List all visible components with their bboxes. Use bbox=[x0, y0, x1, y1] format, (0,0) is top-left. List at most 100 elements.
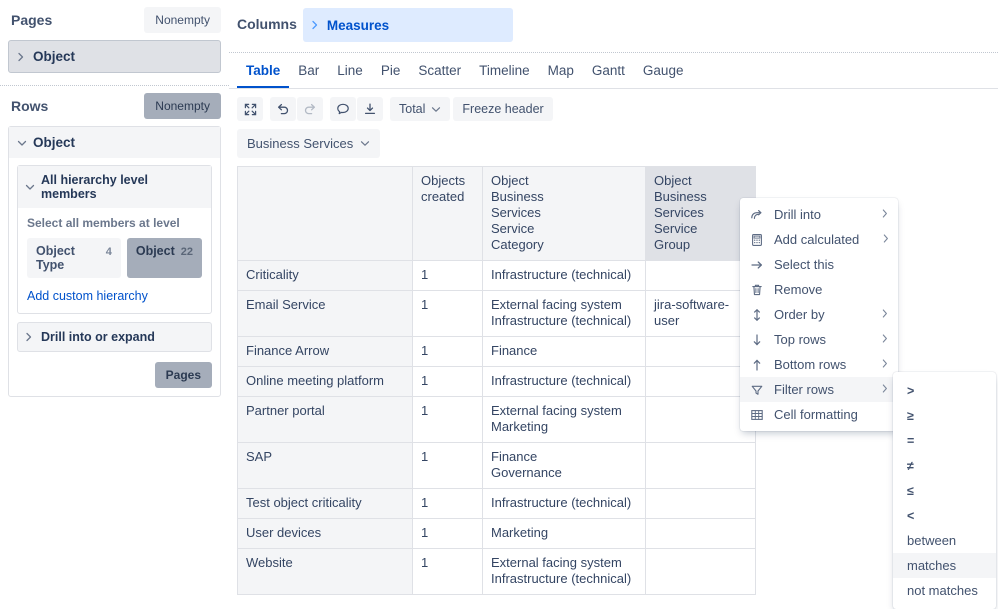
table-row[interactable]: Online meeting platform 1 Infrastructure… bbox=[238, 367, 756, 397]
cell-service-category[interactable]: Finance bbox=[483, 337, 646, 367]
context-menu-item-select-this[interactable]: Select this bbox=[740, 252, 898, 277]
tab-gauge[interactable]: Gauge bbox=[634, 53, 693, 88]
column-header-objects-created[interactable]: Objects created bbox=[413, 167, 483, 261]
table-row[interactable]: Email Service 1 External facing systemIn… bbox=[238, 291, 756, 337]
filter-op-not-equal[interactable]: ≠ bbox=[893, 453, 996, 478]
column-header-service-group[interactable]: Object Business Services Service Group bbox=[646, 167, 756, 261]
cell-objects-created[interactable]: 1 bbox=[413, 261, 483, 291]
row-header[interactable]: Criticality bbox=[238, 261, 413, 291]
tab-timeline[interactable]: Timeline bbox=[470, 53, 539, 88]
undo-icon[interactable] bbox=[270, 97, 296, 121]
expand-icon[interactable] bbox=[237, 97, 263, 121]
cell-service-group[interactable] bbox=[646, 519, 756, 549]
cell-service-category[interactable]: External facing systemInfrastructure (te… bbox=[483, 549, 646, 595]
move-to-pages-button[interactable]: Pages bbox=[155, 362, 212, 388]
hierarchy-card-header[interactable]: All hierarchy level members bbox=[18, 166, 211, 208]
breadcrumb-business-services[interactable]: Business Services bbox=[237, 129, 380, 158]
filter-op-equal[interactable]: = bbox=[893, 428, 996, 453]
cell-service-category[interactable]: Infrastructure (technical) bbox=[483, 261, 646, 291]
drill-into-or-expand-row[interactable]: Drill into or expand bbox=[17, 322, 212, 352]
cell-service-category[interactable]: Infrastructure (technical) bbox=[483, 367, 646, 397]
filter-op-greater-than[interactable]: > bbox=[893, 378, 996, 403]
filter-op-less-or-equal[interactable]: ≤ bbox=[893, 478, 996, 503]
filter-op-not-matches[interactable]: not matches bbox=[893, 578, 996, 603]
cell-service-category[interactable]: Marketing bbox=[483, 519, 646, 549]
tab-scatter[interactable]: Scatter bbox=[409, 53, 470, 88]
cell-service-group[interactable] bbox=[646, 367, 756, 397]
table-row[interactable]: Test object criticality 1 Infrastructure… bbox=[238, 489, 756, 519]
rows-field-object-header[interactable]: Object bbox=[9, 127, 220, 158]
filter-op-between[interactable]: between bbox=[893, 528, 996, 553]
rows-nonempty-toggle[interactable]: Nonempty bbox=[144, 93, 221, 119]
pages-nonempty-toggle[interactable]: Nonempty bbox=[144, 7, 221, 33]
cell-service-category[interactable]: Infrastructure (technical) bbox=[483, 489, 646, 519]
col-line: Objects bbox=[421, 173, 474, 189]
cell-service-category[interactable]: FinanceGovernance bbox=[483, 443, 646, 489]
context-menu-item-top-rows[interactable]: Top rows bbox=[740, 327, 898, 352]
context-menu-item-drill-into[interactable]: Drill into bbox=[740, 202, 898, 227]
comment-icon[interactable] bbox=[330, 97, 356, 121]
tab-pie[interactable]: Pie bbox=[372, 53, 410, 88]
row-header[interactable]: Partner portal bbox=[238, 397, 413, 443]
row-header[interactable]: Online meeting platform bbox=[238, 367, 413, 397]
table-row[interactable]: Website 1 External facing systemInfrastr… bbox=[238, 549, 756, 595]
cell-objects-created[interactable]: 1 bbox=[413, 337, 483, 367]
tab-table[interactable]: Table bbox=[237, 53, 289, 88]
filter-op-less-than[interactable]: < bbox=[893, 503, 996, 528]
cell-service-group[interactable] bbox=[646, 489, 756, 519]
table-row[interactable]: Partner portal 1 External facing systemM… bbox=[238, 397, 756, 443]
cell-service-group[interactable] bbox=[646, 549, 756, 595]
table-row[interactable]: Finance Arrow 1 Finance bbox=[238, 337, 756, 367]
redo-icon[interactable] bbox=[297, 97, 323, 121]
add-custom-hierarchy-link[interactable]: Add custom hierarchy bbox=[27, 289, 148, 303]
row-header[interactable]: SAP bbox=[238, 443, 413, 489]
context-menu-item-bottom-rows[interactable]: Bottom rows bbox=[740, 352, 898, 377]
tab-bar[interactable]: Bar bbox=[289, 53, 328, 88]
level-chip-object[interactable]: Object 22 bbox=[127, 238, 202, 278]
cell-objects-created[interactable]: 1 bbox=[413, 367, 483, 397]
pages-field-object[interactable]: Object bbox=[8, 40, 221, 73]
pivot-table-head: Objects created Object Business Services… bbox=[238, 167, 756, 261]
row-header[interactable]: Website bbox=[238, 549, 413, 595]
row-header[interactable]: Finance Arrow bbox=[238, 337, 413, 367]
col-line: Services bbox=[491, 205, 637, 221]
freeze-header-button[interactable]: Freeze header bbox=[453, 97, 552, 121]
cell-objects-created[interactable]: 1 bbox=[413, 443, 483, 489]
arrow-up-icon bbox=[750, 358, 764, 372]
cell-objects-created[interactable]: 1 bbox=[413, 291, 483, 337]
context-menu-item-remove[interactable]: Remove bbox=[740, 277, 898, 302]
total-dropdown[interactable]: Total bbox=[390, 97, 450, 121]
tab-gantt[interactable]: Gantt bbox=[583, 53, 634, 88]
cell-service-category[interactable]: External facing systemInfrastructure (te… bbox=[483, 291, 646, 337]
cell-service-group[interactable] bbox=[646, 397, 756, 443]
tab-line[interactable]: Line bbox=[328, 53, 372, 88]
tab-map[interactable]: Map bbox=[539, 53, 583, 88]
filter-op-matches[interactable]: matches bbox=[893, 553, 996, 578]
row-header[interactable]: Email Service bbox=[238, 291, 413, 337]
cell-service-group[interactable] bbox=[646, 443, 756, 489]
table-row[interactable]: Criticality 1 Infrastructure (technical) bbox=[238, 261, 756, 291]
export-icon[interactable] bbox=[357, 97, 383, 121]
cell-objects-created[interactable]: 1 bbox=[413, 489, 483, 519]
cell-objects-created[interactable]: 1 bbox=[413, 549, 483, 595]
column-header-service-category[interactable]: Object Business Services Service Categor… bbox=[483, 167, 646, 261]
context-menu-item-filter-rows[interactable]: Filter rows bbox=[740, 377, 898, 402]
pivot-header-row: Objects created Object Business Services… bbox=[238, 167, 756, 261]
level-chip-object-type[interactable]: Object Type 4 bbox=[27, 238, 121, 278]
context-menu-item-add-calculated[interactable]: Add calculated bbox=[740, 227, 898, 252]
cell-service-group[interactable] bbox=[646, 337, 756, 367]
context-menu-item-order-by[interactable]: Order by bbox=[740, 302, 898, 327]
filter-op-greater-or-equal[interactable]: ≥ bbox=[893, 403, 996, 428]
cell-objects-created[interactable]: 1 bbox=[413, 397, 483, 443]
cell-objects-created[interactable]: 1 bbox=[413, 519, 483, 549]
measures-chip[interactable]: Measures bbox=[303, 8, 513, 42]
context-menu-item-cell-formatting[interactable]: Cell formatting bbox=[740, 402, 898, 427]
visualization-tabs: Table Bar Line Pie Scatter Timeline Map … bbox=[229, 53, 998, 89]
row-header[interactable]: User devices bbox=[238, 519, 413, 549]
cell-service-category[interactable]: External facing systemMarketing bbox=[483, 397, 646, 443]
table-row[interactable]: SAP 1 FinanceGovernance bbox=[238, 443, 756, 489]
cell-service-group[interactable]: jira-software-user bbox=[646, 291, 756, 337]
cell-service-group[interactable] bbox=[646, 261, 756, 291]
table-row[interactable]: User devices 1 Marketing bbox=[238, 519, 756, 549]
row-header[interactable]: Test object criticality bbox=[238, 489, 413, 519]
